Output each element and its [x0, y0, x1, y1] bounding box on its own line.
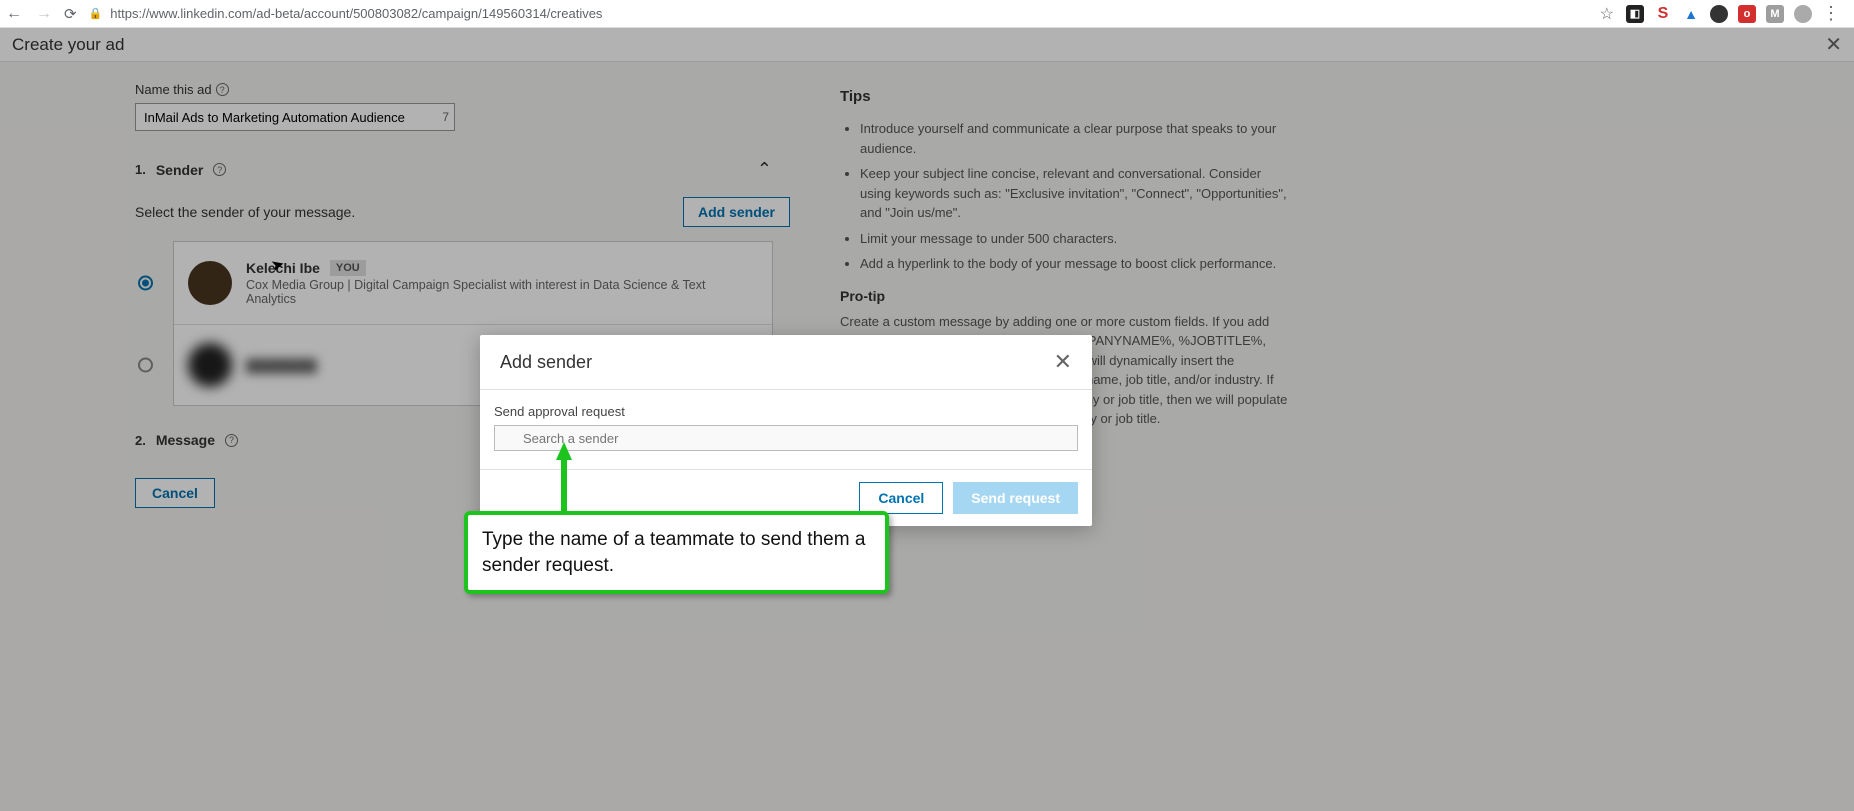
extension-icon[interactable]: S	[1654, 5, 1672, 23]
annotation-callout: Type the name of a teammate to send them…	[464, 511, 889, 594]
forward-button[interactable]: →	[36, 5, 52, 23]
lock-icon: 🔒	[89, 7, 103, 20]
reload-button[interactable]: ⟳	[64, 5, 77, 23]
back-button[interactable]: ←	[6, 5, 22, 23]
profile-avatar-icon[interactable]	[1794, 5, 1812, 23]
url-text: https://www.linkedin.com/ad-beta/account…	[110, 6, 602, 21]
extension-icon[interactable]: ▲	[1682, 5, 1700, 23]
browser-chrome: ← → ⟳ 🔒 https://www.linkedin.com/ad-beta…	[0, 0, 1854, 28]
add-sender-modal: Add sender ✕ Send approval request Cance…	[480, 335, 1092, 526]
search-sender-input[interactable]	[494, 425, 1078, 451]
extension-icon[interactable]: M	[1766, 5, 1784, 23]
modal-title: Add sender	[500, 352, 592, 373]
bookmark-star-icon[interactable]: ☆	[1600, 4, 1614, 24]
extension-icon[interactable]: o	[1738, 5, 1756, 23]
modal-cancel-button[interactable]: Cancel	[859, 482, 943, 514]
annotation-arrow-stem	[561, 457, 567, 513]
close-icon[interactable]: ✕	[1054, 349, 1072, 375]
send-request-button[interactable]: Send request	[953, 482, 1078, 514]
extension-icon[interactable]: ◧	[1626, 5, 1644, 23]
extension-icon[interactable]	[1710, 5, 1728, 23]
menu-icon[interactable]: ⋮	[1822, 3, 1840, 24]
modal-field-label: Send approval request	[494, 404, 1078, 419]
